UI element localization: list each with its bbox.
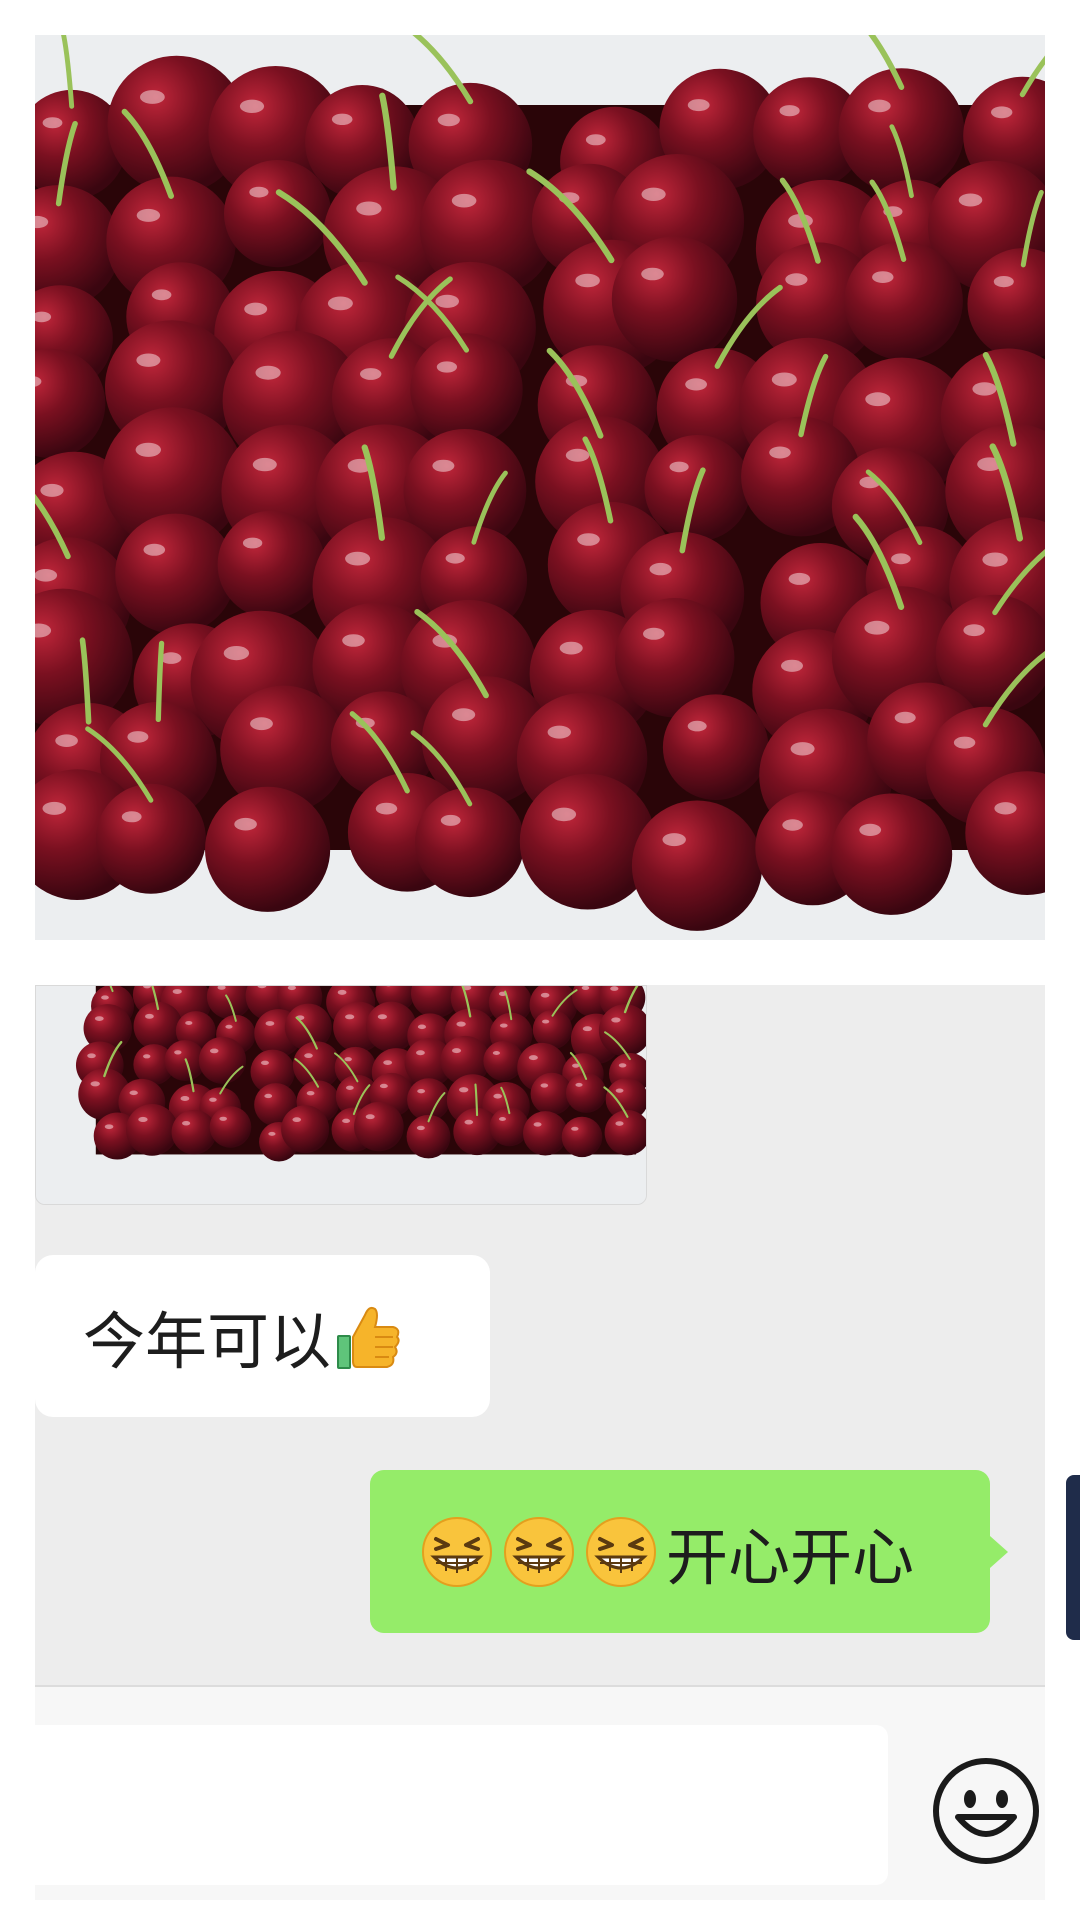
incoming-message-bubble[interactable]: 今年可以 <box>35 1255 490 1417</box>
outgoing-message-text: 开心开心 <box>666 1520 915 1594</box>
thumbs-up-icon <box>335 1301 401 1371</box>
grinning-squinting-face-icon <box>584 1515 658 1589</box>
chat-message-list[interactable]: 今年可以 开心开心 <box>35 985 1045 1685</box>
message-input[interactable] <box>35 1725 888 1885</box>
cherry-photo[interactable] <box>35 35 1045 940</box>
cherry-thumbnail-image <box>36 986 646 1204</box>
avatar[interactable] <box>1066 1475 1080 1640</box>
cherry-photo-thumbnail[interactable] <box>35 985 647 1205</box>
outgoing-message-bubble[interactable]: 开心开心 <box>370 1470 1008 1633</box>
smiley-face-icon[interactable] <box>930 1755 1042 1867</box>
bubble-tail <box>990 1536 1008 1568</box>
grinning-squinting-face-icon <box>502 1515 576 1589</box>
grinning-squinting-face-icon <box>420 1515 494 1589</box>
message-input-bar <box>35 1685 1045 1900</box>
incoming-message-text: 今年可以 <box>83 1305 332 1378</box>
cherry-photo-image <box>35 35 1045 940</box>
